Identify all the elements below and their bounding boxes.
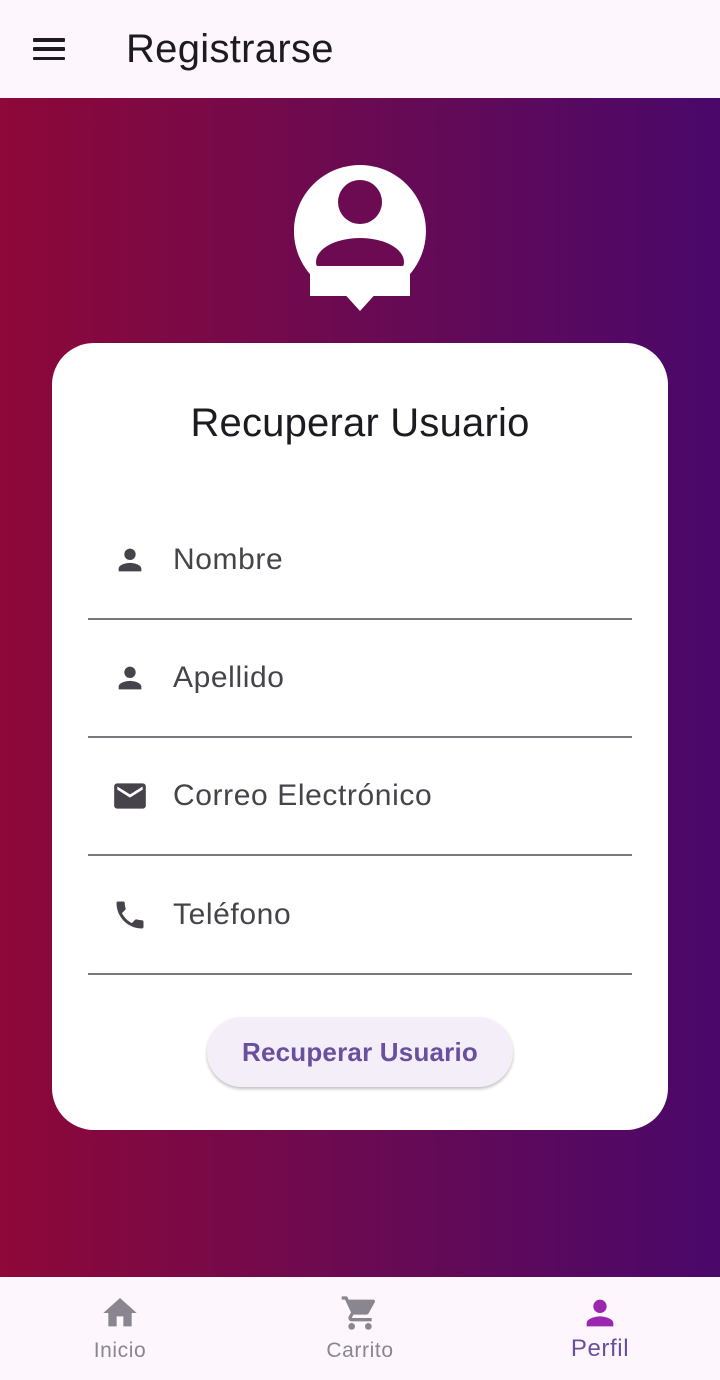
recover-user-card: Recuperar Usuario Nombre Apellido Correo… — [52, 343, 668, 1130]
person-icon — [586, 1299, 614, 1327]
person-icon — [108, 538, 152, 582]
user-location-avatar-icon — [293, 165, 426, 315]
email-label: Correo Electrónico — [173, 779, 433, 812]
page-title: Registrarse — [126, 26, 334, 71]
phone-label: Teléfono — [173, 898, 292, 931]
nav-item-carrito[interactable]: Carrito — [240, 1277, 480, 1380]
mail-icon — [108, 774, 152, 818]
phone-icon — [108, 893, 152, 937]
nombre-field[interactable]: Nombre — [88, 502, 632, 620]
home-icon — [103, 1298, 137, 1327]
card-title: Recuperar Usuario — [190, 401, 530, 445]
nav-label-perfil: Perfil — [570, 1335, 630, 1362]
phone-field[interactable]: Teléfono — [88, 857, 632, 975]
cart-icon — [341, 1296, 376, 1330]
nombre-label: Nombre — [173, 543, 284, 576]
nav-item-perfil[interactable]: Perfil — [480, 1277, 720, 1380]
menu-button[interactable] — [0, 0, 98, 98]
nav-label-inicio: Inicio — [93, 1339, 147, 1362]
bottom-navigation: Inicio Carrito Perfil — [0, 1277, 720, 1380]
app-bar: Registrarse — [0, 0, 720, 98]
nav-item-inicio[interactable]: Inicio — [0, 1277, 240, 1380]
email-field[interactable]: Correo Electrónico — [88, 738, 632, 856]
person-icon — [108, 656, 152, 700]
recover-user-button[interactable]: Recuperar Usuario — [207, 1017, 513, 1087]
apellido-label: Apellido — [173, 661, 285, 694]
apellido-field[interactable]: Apellido — [88, 620, 632, 738]
nav-label-carrito: Carrito — [326, 1339, 394, 1362]
menu-icon — [33, 38, 65, 60]
